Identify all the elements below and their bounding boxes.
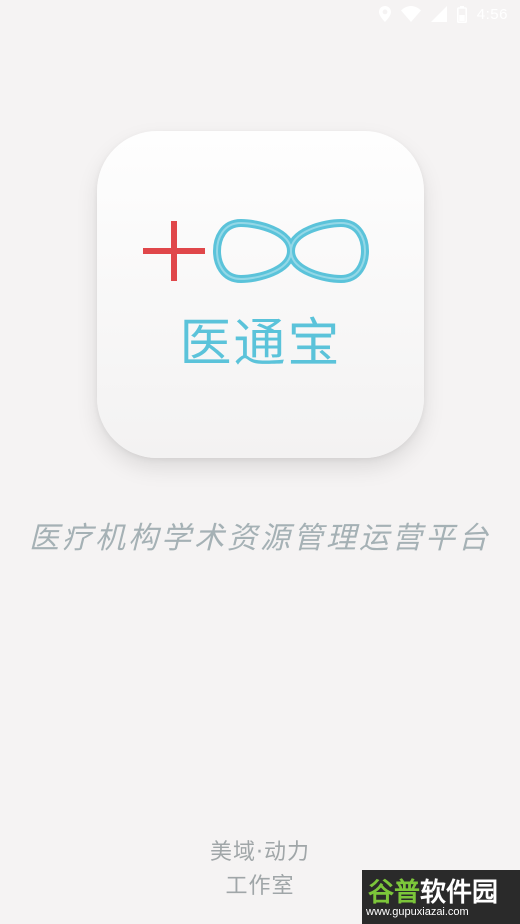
location-icon bbox=[378, 6, 391, 22]
app-name: 医通宝 bbox=[179, 314, 342, 374]
wifi-icon bbox=[400, 6, 421, 22]
signal-icon bbox=[430, 6, 447, 22]
app-logo bbox=[143, 219, 369, 283]
watermark-url: www.gupuxiazai.com bbox=[366, 906, 469, 918]
status-bar: 4:56 bbox=[0, 0, 520, 28]
battery-icon bbox=[456, 5, 467, 23]
studio-name: 美域·动力 bbox=[210, 840, 310, 865]
watermark: 谷普软件园 www.gupuxiazai.com bbox=[362, 870, 520, 924]
watermark-title-white: 软件园 bbox=[420, 878, 499, 908]
watermark-title-green: 谷普 bbox=[368, 878, 421, 908]
red-cross-icon bbox=[143, 221, 205, 281]
infinity-icon bbox=[213, 219, 369, 283]
tagline: 医疗机构学术资源管理运营平台 bbox=[29, 521, 491, 556]
watermark-title: 谷普软件园 bbox=[368, 872, 498, 909]
status-time: 4:56 bbox=[476, 5, 508, 23]
app-icon: 医通宝 bbox=[97, 131, 424, 458]
